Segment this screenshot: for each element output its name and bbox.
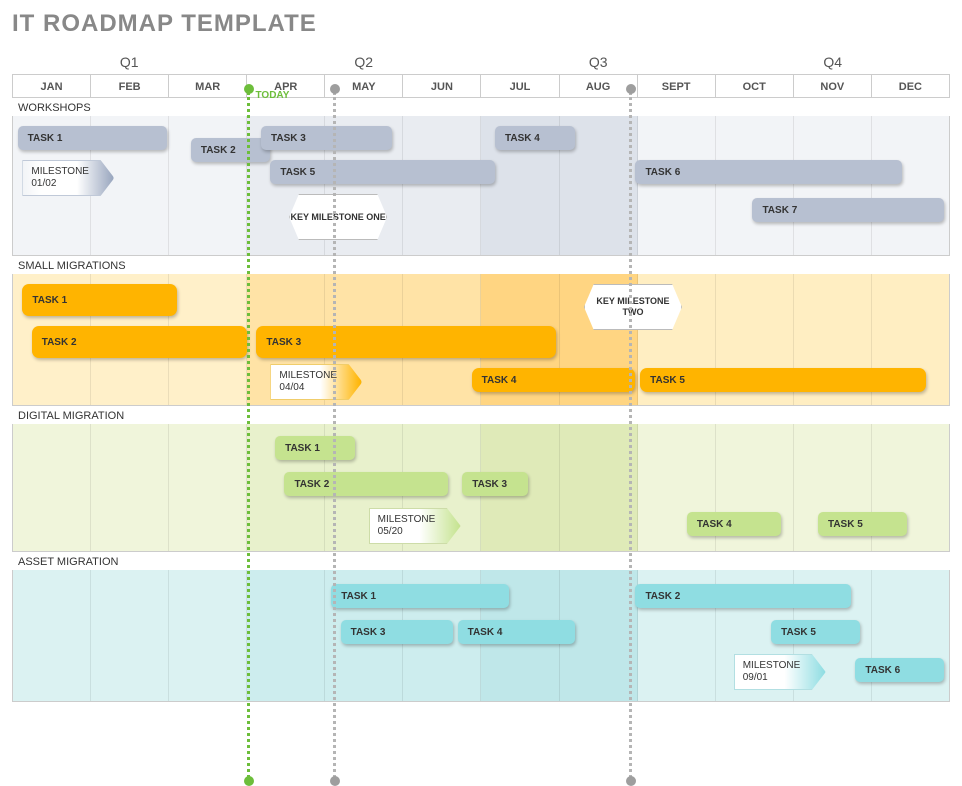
milestone-date: 01/02 [31,178,105,190]
asset-milestone-flag[interactable]: MILESTONE 09/01 [734,654,826,690]
small-task-5[interactable]: TASK 5 [640,368,925,392]
quarter-q4: Q4 [716,50,951,74]
workshops-task-5[interactable]: TASK 5 [270,160,495,184]
asset-task-3[interactable]: TASK 3 [341,620,453,644]
today-line: TODAY [247,92,250,778]
workshops-task-2[interactable]: TASK 2 [191,138,271,162]
month-mar: MAR [169,75,247,97]
month-sep: SEPT [638,75,716,97]
digital-task-4[interactable]: TASK 4 [687,512,781,536]
workshops-task-4[interactable]: TASK 4 [495,126,575,150]
small-milestone-flag[interactable]: MILESTONE 04/04 [270,364,362,400]
quarter-q2: Q2 [247,50,482,74]
section-workshops-label: WORKSHOPS [12,98,950,116]
asset-task-6[interactable]: TASK 6 [855,658,944,682]
quarter-row: Q1 Q2 Q3 Q4 [12,50,950,74]
small-task-3[interactable]: TASK 3 [256,326,556,358]
quarter-q3: Q3 [481,50,716,74]
marker2-bottom-dot-icon [626,776,636,786]
milestone-date: 05/20 [378,526,452,538]
section-digital-label: DIGITAL MIGRATION [12,406,950,424]
section-small-label: SMALL MIGRATIONS [12,256,950,274]
today-label: TODAY [256,90,290,101]
marker-line-1 [333,92,336,778]
month-jun: JUN [403,75,481,97]
key-milestone-one[interactable]: KEY MILESTONE ONE [289,194,387,240]
asset-task-2[interactable]: TASK 2 [635,584,850,608]
small-task-1[interactable]: TASK 1 [22,284,176,316]
month-jan: JAN [13,75,91,97]
digital-task-3[interactable]: TASK 3 [462,472,528,496]
milestone-label: MILESTONE [279,370,353,382]
key-milestone-two[interactable]: KEY MILESTONE TWO [584,284,682,330]
workshops-task-3[interactable]: TASK 3 [261,126,392,150]
small-task-4[interactable]: TASK 4 [472,368,636,392]
digital-task-5[interactable]: TASK 5 [818,512,907,536]
page-title: IT ROADMAP TEMPLATE [0,0,962,42]
digital-task-2[interactable]: TASK 2 [284,472,448,496]
lane-small-migrations: TASK 1 TASK 2 TASK 3 TASK 4 TASK 5 MILES… [12,274,950,406]
small-task-2[interactable]: TASK 2 [32,326,247,358]
milestone-label: MILESTONE [743,660,817,672]
marker-line-2 [629,92,632,778]
digital-task-1[interactable]: TASK 1 [275,436,355,460]
milestone-date: 09/01 [743,672,817,684]
quarter-q1: Q1 [12,50,247,74]
today-top-dot-icon [244,84,254,94]
roadmap-chart: Q1 Q2 Q3 Q4 JAN FEB MAR APR MAY JUN JUL … [12,50,950,702]
month-nov: NOV [794,75,872,97]
workshops-task-6[interactable]: TASK 6 [635,160,902,184]
marker1-bottom-dot-icon [330,776,340,786]
lane-workshops: TASK 1 TASK 2 TASK 3 TASK 4 TASK 5 TASK … [12,116,950,256]
workshops-task-7[interactable]: TASK 7 [752,198,944,222]
asset-task-1[interactable]: TASK 1 [331,584,509,608]
month-dec: DEC [872,75,949,97]
section-asset-label: ASSET MIGRATION [12,552,950,570]
month-oct: OCT [716,75,794,97]
month-jul: JUL [481,75,559,97]
month-header: JAN FEB MAR APR MAY JUN JUL AUG SEPT OCT… [12,74,950,98]
lane-asset-migration: TASK 1 TASK 2 TASK 3 TASK 4 TASK 5 TASK … [12,570,950,702]
workshops-task-1[interactable]: TASK 1 [18,126,168,150]
month-feb: FEB [91,75,169,97]
milestone-label: MILESTONE [31,166,105,178]
milestone-label: MILESTONE [378,514,452,526]
milestone-date: 04/04 [279,382,353,394]
digital-milestone-flag[interactable]: MILESTONE 05/20 [369,508,461,544]
asset-task-5[interactable]: TASK 5 [771,620,860,644]
lane-digital-migration: TASK 1 TASK 2 TASK 3 TASK 4 TASK 5 MILES… [12,424,950,552]
today-bottom-dot-icon [244,776,254,786]
asset-task-4[interactable]: TASK 4 [458,620,575,644]
marker1-top-dot-icon [330,84,340,94]
workshops-milestone-flag[interactable]: MILESTONE 01/02 [22,160,114,196]
